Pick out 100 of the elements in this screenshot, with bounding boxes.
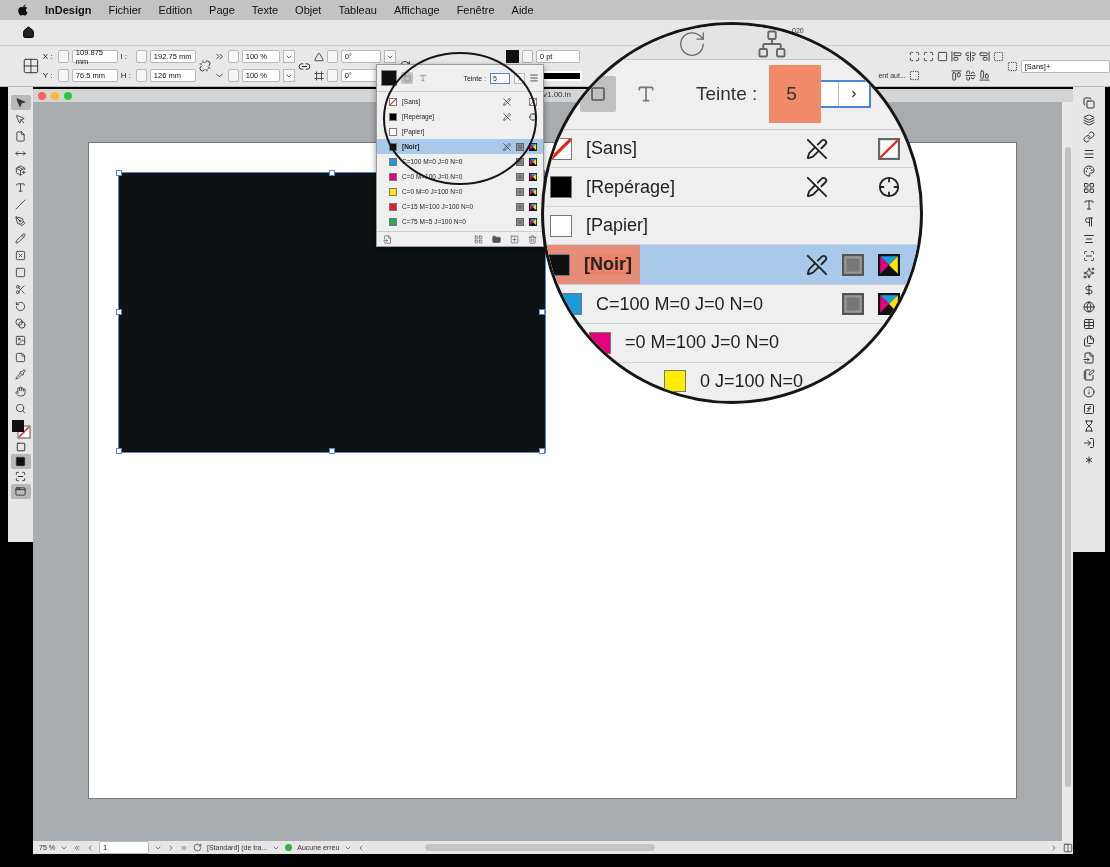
fill-swatch[interactable] — [505, 50, 519, 63]
resize-handle[interactable] — [329, 170, 335, 176]
import-icon[interactable] — [383, 234, 392, 244]
field-label: H : — [120, 71, 133, 80]
scale-x-icon[interactable] — [213, 51, 225, 62]
paragraph-icon[interactable] — [1083, 216, 1095, 228]
note-icon — [15, 352, 26, 363]
process-icon — [842, 253, 864, 276]
dropdown-button[interactable] — [383, 50, 396, 63]
pages-icon[interactable] — [1083, 97, 1095, 109]
swatch-row[interactable]: C=100 M=0 J=0 N=0 — [544, 285, 920, 324]
menu-item[interactable]: Fenêtre — [456, 4, 495, 16]
fill-stroke-icon[interactable] — [10, 418, 31, 440]
asterisk-icon[interactable] — [1083, 454, 1095, 466]
resize-handle[interactable] — [116, 170, 122, 176]
align-bottom-icon[interactable] — [978, 70, 990, 81]
scrollbar-thumb[interactable] — [1064, 147, 1071, 787]
scan-icon[interactable] — [1083, 250, 1095, 262]
menu-item[interactable]: Aide — [511, 4, 534, 16]
menu-item[interactable]: Texte — [251, 4, 279, 16]
align-middle-icon[interactable] — [964, 70, 976, 81]
container-target-button[interactable] — [401, 72, 413, 84]
hourglass-icon[interactable] — [1083, 420, 1095, 432]
fill-frame-icon[interactable] — [908, 70, 920, 81]
shear-angle-icon[interactable] — [313, 70, 324, 81]
links-icon[interactable] — [1083, 131, 1095, 143]
align-center-icon[interactable] — [964, 51, 976, 62]
text-wrap-icon[interactable] — [1083, 233, 1095, 245]
view-mode-icon[interactable] — [15, 471, 26, 482]
resize-handle[interactable] — [116, 448, 122, 454]
swatch-name: =0 M=100 J=0 N=0 — [625, 332, 780, 354]
swatch-row[interactable]: =0 M=100 J=0 N=0 — [544, 324, 920, 363]
menu-item[interactable]: Tableau — [338, 4, 377, 16]
export-icon[interactable] — [1083, 437, 1095, 449]
scroll-right-icon[interactable] — [1050, 843, 1058, 852]
resize-handle[interactable] — [329, 448, 335, 454]
align-right-icon[interactable] — [978, 51, 990, 62]
menu-item[interactable]: Affichage — [393, 4, 440, 16]
preflight-icon[interactable] — [192, 843, 202, 852]
fill-swatch[interactable] — [381, 70, 397, 86]
scrollbar-thumb[interactable] — [425, 844, 656, 851]
character-icon[interactable] — [1083, 199, 1095, 211]
fit-content-icon[interactable] — [922, 51, 934, 62]
resize-handle[interactable] — [116, 309, 122, 315]
dollar-icon[interactable] — [1083, 284, 1095, 296]
table-icon[interactable] — [1083, 318, 1095, 330]
layers-icon[interactable] — [1083, 114, 1095, 126]
swatch-row[interactable]: [Sans] — [544, 129, 920, 169]
align-top-icon[interactable] — [950, 70, 962, 81]
screen-mode-button[interactable] — [10, 484, 31, 499]
apple-logo-icon[interactable] — [18, 4, 28, 16]
menu-item[interactable]: Page — [209, 4, 235, 16]
document-tab[interactable]: v1.00.in — [543, 90, 572, 99]
swatch-row[interactable]: 0 J=100 N=0 — [544, 362, 920, 401]
swatches-icon[interactable] — [1083, 165, 1095, 177]
resize-handle[interactable] — [539, 309, 545, 315]
process-icon — [842, 293, 864, 316]
center-content-icon[interactable] — [936, 51, 948, 62]
panel-menu-icon[interactable] — [529, 73, 539, 83]
swatch-name: [Repérage] — [586, 176, 676, 198]
last-page-icon[interactable] — [179, 843, 188, 852]
menu-item[interactable]: Objet — [295, 4, 322, 16]
process-icon — [516, 187, 524, 196]
effects-dots-icon[interactable] — [1083, 267, 1095, 279]
app-menu[interactable]: InDesign — [45, 4, 92, 16]
swatch-row[interactable]: [Repérage] — [544, 168, 920, 207]
tint-arrow-button[interactable] — [514, 72, 525, 84]
unlink-icon[interactable] — [198, 60, 211, 72]
normal-mode-button[interactable] — [10, 454, 31, 469]
menu-item[interactable]: Edition — [158, 4, 193, 16]
stroke-icon[interactable] — [1083, 148, 1095, 160]
object-style-icon[interactable] — [1006, 60, 1018, 72]
folder-icon[interactable] — [492, 234, 501, 244]
split-view-icon[interactable] — [1063, 842, 1073, 853]
menu-item[interactable]: Fichier — [108, 4, 142, 16]
swatch-row[interactable]: [Noir] — [544, 245, 920, 286]
styles-icon[interactable] — [1083, 335, 1095, 347]
reference-point-icon[interactable] — [22, 57, 40, 75]
delete-icon[interactable] — [528, 234, 537, 244]
view-options-icon[interactable] — [474, 234, 483, 244]
object-styles-icon[interactable] — [1083, 352, 1095, 364]
none-icon — [529, 97, 537, 106]
status-dot — [285, 844, 293, 851]
new-swatch-icon[interactable] — [510, 234, 519, 244]
notes-icon[interactable] — [1083, 369, 1095, 381]
info-icon[interactable] — [1083, 386, 1095, 398]
selection-icon[interactable] — [992, 51, 1004, 62]
rotation-angle-icon[interactable] — [313, 51, 324, 62]
process-icon — [516, 157, 524, 166]
globe-icon[interactable] — [1083, 301, 1095, 313]
container-format-icon[interactable] — [15, 442, 26, 452]
fit-frame-icon[interactable] — [908, 51, 920, 62]
home-icon[interactable] — [22, 26, 35, 39]
grid-icon[interactable] — [1083, 182, 1095, 194]
align-left-icon[interactable] — [950, 51, 962, 62]
tool-button[interactable] — [10, 95, 31, 110]
resize-handle[interactable] — [539, 448, 545, 454]
first-page-icon[interactable] — [72, 843, 81, 852]
collector-icon — [15, 165, 26, 176]
function-icon[interactable] — [1083, 403, 1095, 415]
